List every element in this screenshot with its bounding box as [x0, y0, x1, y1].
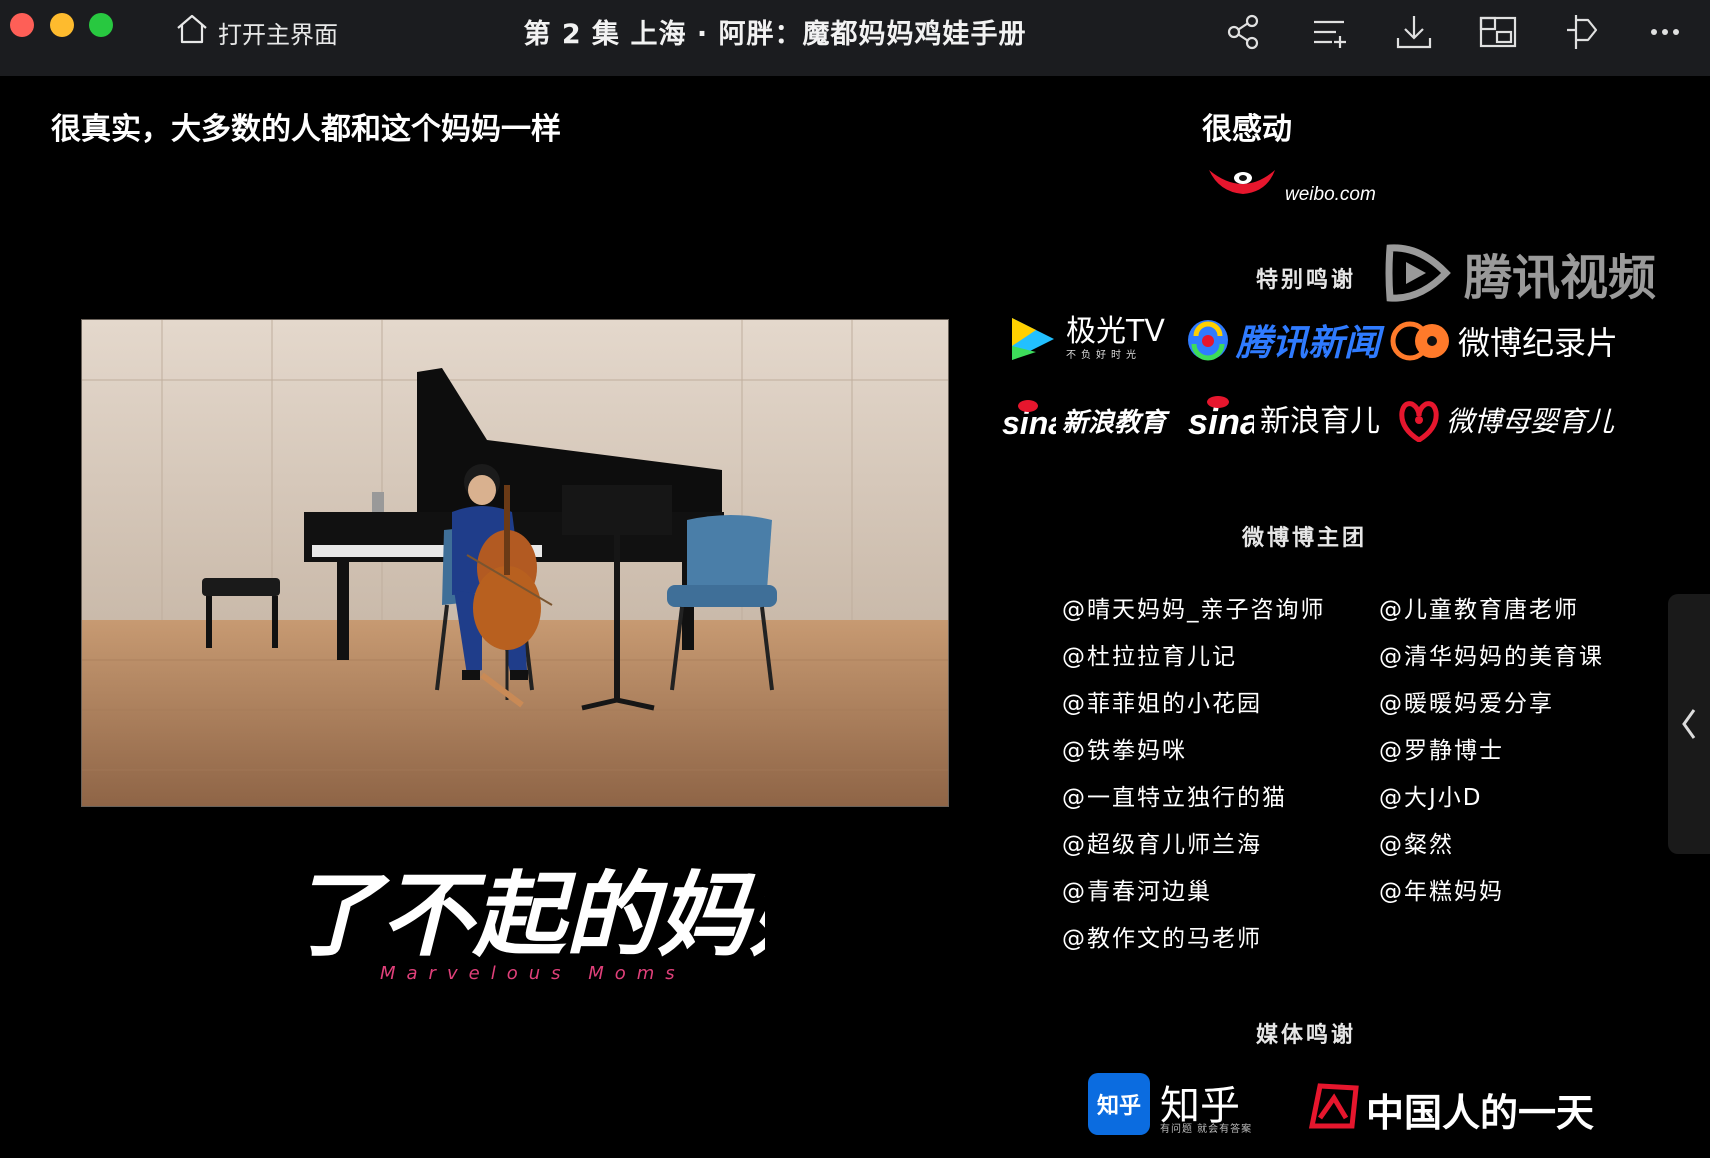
blogger-handle: @菲菲姐的小花园: [1062, 691, 1262, 717]
weibo-maternal-name: 微博母婴育儿: [1446, 405, 1615, 438]
side-panel-toggle[interactable]: [1668, 594, 1710, 854]
sina-parenting-name: 新浪育儿: [1260, 404, 1380, 439]
blogger-handle: @粲然: [1379, 832, 1454, 858]
blogger-handle: @超级育儿师兰海: [1062, 832, 1262, 858]
share-icon[interactable]: [1224, 12, 1264, 52]
jiguang-tv-name: 极光TV: [1066, 314, 1165, 349]
blogger-handle: @青春河边巢: [1062, 879, 1212, 905]
blogger-handle: @杜拉拉育儿记: [1062, 644, 1237, 670]
show-logo-cn: 了不起的妈妈: [289, 861, 765, 969]
more-icon[interactable]: [1646, 12, 1686, 52]
video-frame: [81, 319, 949, 807]
blogger-handle: @清华妈妈的美育课: [1379, 644, 1604, 670]
zhihu-icon: 知乎: [1088, 1073, 1150, 1135]
tencent-video-logo: 腾讯视频: [1384, 238, 1656, 308]
tencent-video-text: 腾讯视频: [1464, 250, 1657, 306]
blogger-handle: @晴天妈妈_亲子咨询师: [1062, 597, 1326, 623]
show-logo-en: Marvelous Moms: [380, 963, 686, 984]
blogger-handle: @教作文的马老师: [1062, 926, 1262, 952]
blogger-handle: @铁拳妈咪: [1062, 738, 1187, 764]
sina-icon: sina: [1188, 396, 1254, 442]
weibo-maternal-icon: [1399, 401, 1439, 442]
weibo-domain: weibo.com: [1285, 184, 1376, 205]
comment-right: 很感动: [1202, 112, 1292, 147]
weibo-documentary-logo: 微博纪录片: [1390, 318, 1618, 364]
tencent-news-logo: 腾讯新闻: [1186, 314, 1380, 366]
jiguang-tv-icon: [1012, 318, 1054, 360]
weibo-documentary-name: 微博纪录片: [1458, 324, 1619, 362]
media-thanks-heading: 媒体鸣谢: [1256, 1023, 1357, 1048]
playlist-icon[interactable]: [1310, 12, 1350, 52]
china-day-icon: [1306, 1080, 1362, 1132]
pin-icon[interactable]: [1562, 12, 1602, 52]
zhihu-slogan: 有问题 就会有答案: [1160, 1124, 1253, 1135]
weibo-bloggers-heading: 微博博主团: [1242, 526, 1368, 551]
sina-education-logo: sina 新浪教育: [1000, 398, 1166, 442]
tencent-video-icon: [1385, 244, 1451, 302]
comment-left: 很真实，大多数的人都和这个妈妈一样: [51, 112, 561, 147]
special-thanks-heading: 特别鸣谢: [1256, 268, 1357, 293]
jiguang-tv-slogan: 不负好时光: [1066, 350, 1141, 361]
title-bar: 打开主界面 第 2 集 上海 · 阿胖：魔都妈妈鸡娃手册: [0, 0, 1710, 76]
blogger-handle: @年糕妈妈: [1379, 879, 1504, 905]
blogger-handle: @罗静博士: [1379, 738, 1504, 764]
sina-education-name: 新浪教育: [1062, 407, 1167, 438]
blogger-handle: @暖暖妈爱分享: [1379, 691, 1554, 717]
picture-in-picture-icon[interactable]: [1478, 12, 1518, 52]
cello-performance-scene: [82, 320, 948, 806]
china-day-name: 中国人的一天: [1366, 1090, 1595, 1135]
blogger-handle: @一直特立独行的猫: [1062, 785, 1287, 811]
weibo-documentary-icon: [1390, 321, 1449, 361]
weibo-maternal-logo: 微博母婴育儿: [1398, 398, 1614, 442]
download-icon[interactable]: [1394, 12, 1434, 52]
blogger-handle: @大J小D: [1379, 785, 1483, 811]
sina-parenting-logo: sina 新浪育儿: [1186, 394, 1380, 442]
tencent-news-icon: [1188, 320, 1228, 361]
show-logo: 了不起的妈妈 Marvelous Moms: [285, 855, 848, 985]
blogger-handle: @儿童教育唐老师: [1379, 597, 1579, 623]
tencent-news-name: 腾讯新闻: [1236, 323, 1381, 364]
jiguang-tv-logo: 极光TV 不负好时光: [1006, 314, 1165, 364]
chevron-left-icon: [1682, 709, 1696, 739]
sina-icon: sina: [1002, 400, 1056, 441]
